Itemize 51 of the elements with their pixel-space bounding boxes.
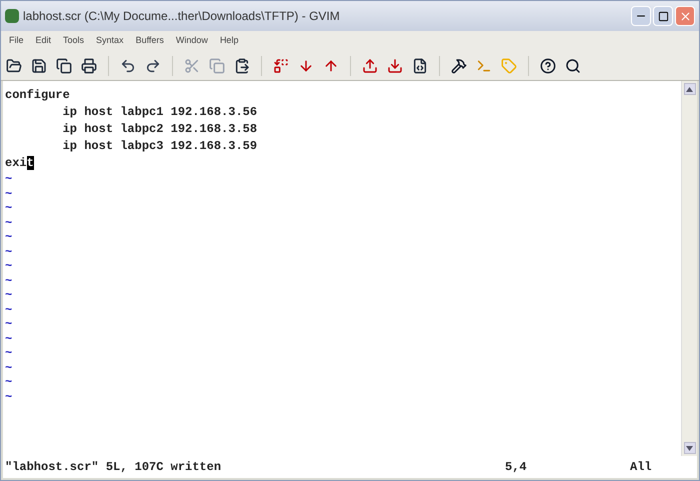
maximize-icon[interactable] bbox=[658, 10, 668, 22]
close-icon[interactable] bbox=[678, 10, 692, 22]
pages-tool-button[interactable] bbox=[55, 56, 73, 74]
menu-item[interactable]: Help bbox=[220, 34, 238, 48]
replace-tool-button[interactable] bbox=[272, 56, 290, 74]
folder-tool-button[interactable] bbox=[5, 56, 23, 74]
scroll-position: All bbox=[630, 459, 652, 476]
menu-item[interactable]: Window bbox=[176, 34, 208, 48]
menu-item[interactable]: Syntax bbox=[96, 34, 124, 48]
empty-line-marker: ~ bbox=[5, 302, 12, 317]
empty-line-marker: ~ bbox=[5, 216, 12, 230]
empty-line-marker: ~ bbox=[5, 172, 12, 186]
scrollbar[interactable] bbox=[681, 81, 697, 456]
menu-item[interactable]: File bbox=[9, 34, 24, 48]
cursor-position: 5,4 bbox=[505, 459, 528, 476]
code-line: exit bbox=[5, 155, 34, 172]
clipboard-tool-button[interactable] bbox=[233, 56, 251, 74]
code-line: ip host labpc2 192.168.3.58 bbox=[62, 121, 258, 138]
search-tool-button[interactable] bbox=[564, 56, 582, 74]
text-cursor: t bbox=[26, 156, 34, 170]
empty-line-marker: ~ bbox=[5, 317, 12, 332]
printer-tool-button[interactable] bbox=[80, 56, 98, 74]
download-tool-button[interactable] bbox=[386, 56, 404, 74]
empty-line-marker: ~ bbox=[5, 259, 12, 274]
scroll-up-icon[interactable] bbox=[684, 83, 696, 95]
scroll-down-icon[interactable] bbox=[684, 442, 696, 454]
maximize-button[interactable] bbox=[653, 6, 673, 26]
floppy-tool-button[interactable] bbox=[30, 56, 48, 74]
window-title: labhost.scr (C:\My Docume...ther\Downloads\TFTP) - GVIM bbox=[23, 8, 341, 25]
hammer-tool-button[interactable] bbox=[450, 56, 468, 74]
empty-line-marker: ~ bbox=[5, 288, 12, 302]
script-tool-button[interactable] bbox=[411, 56, 429, 74]
code-line: ip host labpc1 192.168.3.56 bbox=[62, 104, 258, 121]
menu-item[interactable]: Edit bbox=[36, 34, 52, 48]
empty-line-marker: ~ bbox=[5, 360, 12, 375]
status-message: "labhost.scr" 5L, 107C written bbox=[5, 459, 222, 476]
empty-line-marker: ~ bbox=[5, 390, 12, 404]
empty-line-marker: ~ bbox=[5, 274, 12, 288]
code-line: configure bbox=[5, 87, 70, 104]
empty-line-marker: ~ bbox=[5, 230, 12, 244]
empty-line-marker: ~ bbox=[5, 186, 12, 201]
empty-line-marker: ~ bbox=[5, 244, 12, 259]
empty-line-marker: ~ bbox=[5, 201, 12, 216]
menu-item[interactable]: Tools bbox=[63, 34, 84, 48]
menu-item[interactable]: Buffers bbox=[136, 34, 164, 48]
empty-line-marker: ~ bbox=[5, 346, 12, 360]
code-line: ip host labpc3 192.168.3.59 bbox=[62, 138, 258, 155]
upload-tool-button[interactable] bbox=[361, 56, 379, 74]
empty-line-marker: ~ bbox=[5, 375, 12, 390]
help-tool-button[interactable] bbox=[539, 56, 557, 74]
empty-line-marker: ~ bbox=[5, 332, 12, 346]
